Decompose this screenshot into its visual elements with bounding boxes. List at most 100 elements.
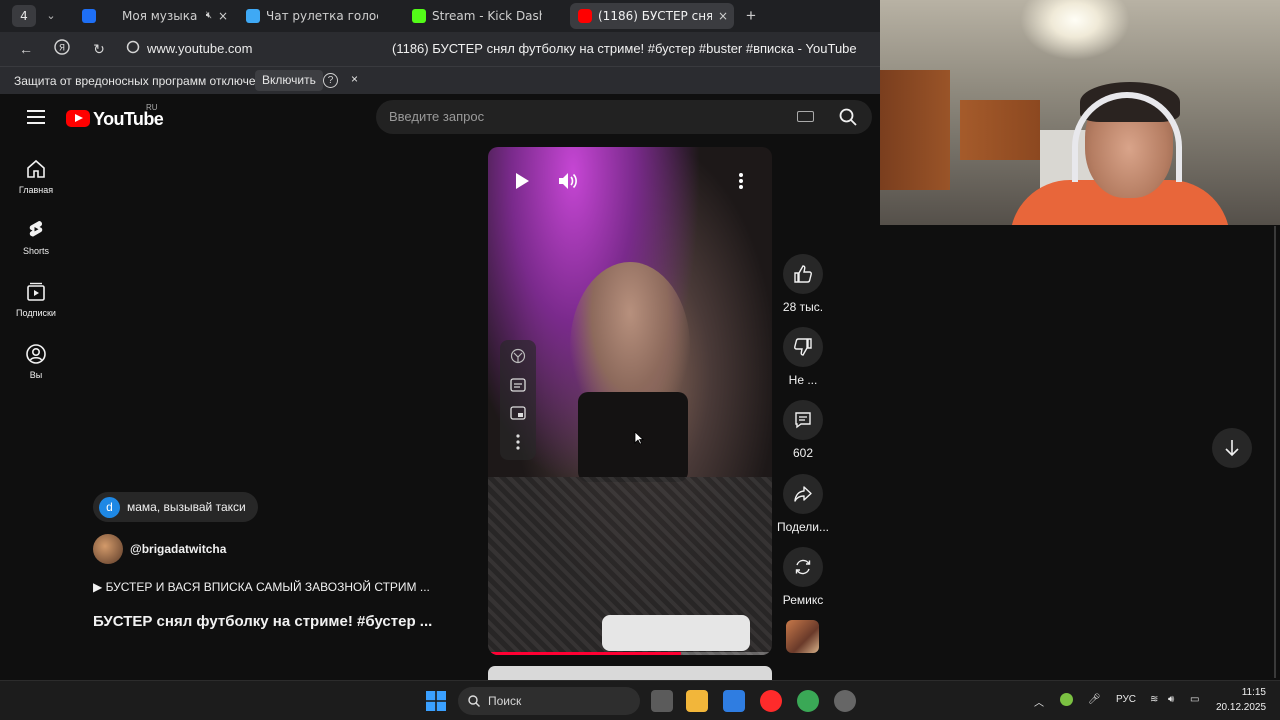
chevron-down-icon[interactable]: ⌄ xyxy=(42,6,60,26)
tab-youtube[interactable]: (1186) БУСТЕР снял фу × xyxy=(570,3,734,29)
reload-icon[interactable]: ↻ xyxy=(89,39,109,59)
share-label: Подели... xyxy=(776,520,830,534)
arrow-down-icon xyxy=(1225,440,1239,457)
volume-icon[interactable]: 🔊︎ xyxy=(1168,694,1174,705)
volume-icon[interactable] xyxy=(558,172,578,190)
play-icon[interactable] xyxy=(514,172,530,190)
utorrent-icon[interactable] xyxy=(797,690,819,712)
tab-pinned[interactable] xyxy=(78,3,102,29)
youtube-icon xyxy=(578,9,592,23)
progress-fill xyxy=(488,652,682,655)
taskbar-search[interactable]: Поиск xyxy=(458,687,640,715)
like-action[interactable]: 28 тыс. xyxy=(768,254,838,314)
webcam-feed xyxy=(880,0,1280,225)
thumbs-down-icon xyxy=(794,338,812,356)
infobar-message: Защита от вредоносных программ отключена xyxy=(14,74,269,88)
webcam-cabinet xyxy=(960,100,1040,160)
guide-item-subscriptions[interactable]: Подписки xyxy=(0,280,72,318)
video-frame-object xyxy=(602,615,750,651)
dislike-label: Не ... xyxy=(788,373,818,387)
more-icon[interactable] xyxy=(516,434,520,450)
dislike-button[interactable] xyxy=(783,327,823,367)
subtitles-icon[interactable] xyxy=(510,378,526,392)
clock[interactable]: 11:15 20.12.2025 xyxy=(1216,685,1266,715)
chevron-up-icon[interactable]: ︿ xyxy=(1034,694,1044,709)
battery-icon[interactable]: ▭ xyxy=(1190,694,1199,705)
close-icon[interactable]: × xyxy=(218,3,228,29)
share-button[interactable] xyxy=(783,474,823,514)
task-view-icon[interactable] xyxy=(651,690,673,712)
sound-thumbnail[interactable] xyxy=(786,620,819,653)
windows-start-icon[interactable] xyxy=(426,691,446,711)
enable-protection-button[interactable]: Включить xyxy=(255,70,323,91)
clock-date: 20.12.2025 xyxy=(1216,702,1267,713)
tab-label: Моя музыка xyxy=(122,9,198,23)
remix-button[interactable] xyxy=(783,547,823,587)
yandex-browser-icon[interactable] xyxy=(760,690,782,712)
yandex-icon[interactable]: Я xyxy=(52,39,72,59)
help-icon[interactable]: ? xyxy=(323,73,338,88)
guide-item-home[interactable]: Главная xyxy=(0,157,72,195)
taskbar-search-label: Поиск xyxy=(488,694,522,708)
app-icon[interactable] xyxy=(834,690,856,712)
tab-kick[interactable]: Stream - Kick Dashboard xyxy=(404,3,564,29)
language-indicator[interactable]: РУС xyxy=(1116,694,1136,705)
more-options-icon[interactable] xyxy=(738,172,744,190)
close-icon[interactable]: × xyxy=(351,72,358,86)
search-input[interactable]: Введите запрос xyxy=(376,100,826,134)
region-label: RU xyxy=(146,103,158,112)
next-video-button[interactable] xyxy=(1212,428,1252,468)
new-tab-icon[interactable]: + xyxy=(742,6,760,26)
tab-music[interactable]: Моя музыка 🔇︎ × xyxy=(108,3,234,29)
back-icon[interactable]: ← xyxy=(16,39,36,59)
picture-in-picture-icon[interactable] xyxy=(510,406,526,420)
search-button[interactable] xyxy=(826,100,872,134)
mute-icon[interactable]: 🔇︎ xyxy=(206,3,212,29)
progress-bar[interactable] xyxy=(488,652,772,655)
keyboard-icon[interactable] xyxy=(797,111,814,122)
tab-chat-roulette[interactable]: Чат рулетка голосовая – xyxy=(238,3,400,29)
store-icon[interactable] xyxy=(723,690,745,712)
music-label[interactable]: ▶ БУСТЕР И ВАСЯ ВПИСКА САМЫЙ ЗАВОЗНОЙ СТ… xyxy=(93,580,430,594)
like-count: 28 тыс. xyxy=(782,300,824,314)
channel-name[interactable]: @brigadatwitcha xyxy=(130,542,226,556)
next-video-preview[interactable] xyxy=(488,666,772,680)
like-button[interactable] xyxy=(783,254,823,294)
translate-icon[interactable] xyxy=(510,348,526,364)
video-frame-detail xyxy=(578,392,688,482)
browser-tab-bar: 4 ⌄ Моя музыка 🔇︎ × Чат рулетка голосова… xyxy=(0,0,880,32)
share-action[interactable]: Подели... xyxy=(768,474,838,534)
webcam-cabinet xyxy=(880,70,950,190)
tray-app-icon[interactable] xyxy=(1060,693,1073,706)
channel-row[interactable]: @brigadatwitcha xyxy=(93,534,226,564)
close-icon[interactable]: × xyxy=(718,3,728,29)
microphone-icon[interactable]: 🎤︎ xyxy=(1088,694,1101,705)
guide-item-you[interactable]: Вы xyxy=(0,342,72,380)
address-bar: ← Я ↻ www.youtube.com (1186) БУСТЕР снял… xyxy=(0,32,880,66)
tab-counter[interactable]: 4 xyxy=(12,5,36,27)
site-info-icon[interactable] xyxy=(123,39,143,59)
guide-label: Главная xyxy=(18,185,54,195)
avatar[interactable] xyxy=(93,534,123,564)
chip-avatar: d xyxy=(99,496,120,518)
remix-action[interactable]: Ремикс xyxy=(768,547,838,607)
home-icon xyxy=(27,159,45,178)
guide-label: Подписки xyxy=(16,308,56,318)
tab-label: (1186) БУСТЕР снял фу xyxy=(598,9,712,23)
remix-label: Ремикс xyxy=(782,593,824,607)
comments-action[interactable]: 602 xyxy=(768,400,838,460)
video-app-icon xyxy=(82,9,96,23)
guide-item-shorts[interactable]: Shorts xyxy=(0,218,72,256)
youtube-page: YouTube RU Введите запрос Главная Shorts… xyxy=(0,94,1252,680)
linked-video-chip[interactable]: d мама, вызывай такси xyxy=(93,492,258,522)
dislike-action[interactable]: Не ... xyxy=(768,327,838,387)
thumbs-up-icon xyxy=(794,265,812,283)
share-icon xyxy=(794,486,812,502)
comments-button[interactable] xyxy=(783,400,823,440)
wifi-icon[interactable]: ≋ xyxy=(1150,694,1158,705)
page-title: (1186) БУСТЕР снял футболку на стриме! #… xyxy=(392,41,857,56)
file-explorer-icon[interactable] xyxy=(686,690,708,712)
video-title[interactable]: БУСТЕР снял футболку на стриме! #бустер … xyxy=(93,613,432,630)
menu-icon[interactable] xyxy=(27,110,45,124)
url-field[interactable]: www.youtube.com xyxy=(147,41,253,56)
